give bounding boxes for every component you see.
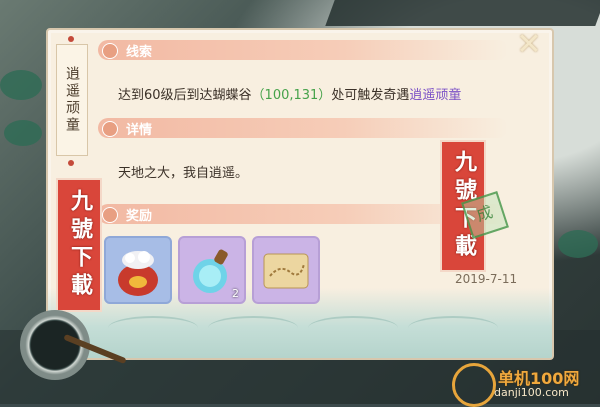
- detail-section-header: 详情: [98, 118, 508, 138]
- clue-coordinates[interactable]: （100,131）: [252, 88, 332, 103]
- roof-silhouette: [325, 0, 600, 26]
- money-bag-icon: [118, 251, 158, 296]
- reward-item-potion[interactable]: 2: [178, 236, 246, 304]
- watermark-seal-left: 九號下載: [56, 178, 102, 312]
- reward-item-treasure-map[interactable]: [252, 236, 320, 304]
- item-count: 2: [232, 287, 239, 300]
- npc-name-label: 逍遥顽童: [64, 66, 80, 134]
- lotus-leaf: [0, 70, 42, 100]
- seal-text: 九號下載: [67, 189, 92, 301]
- lotus-leaf: [558, 230, 598, 258]
- flower-icon: [102, 43, 118, 59]
- watermark-url: danji100.com: [494, 386, 569, 399]
- date-label: 2019-7-11: [455, 272, 518, 286]
- clue-section-header: 线索: [98, 40, 508, 60]
- site-logo-icon: [452, 363, 496, 407]
- flower-icon: [102, 207, 118, 223]
- detail-section-title: 详情: [126, 123, 153, 138]
- tassel-knot: [68, 160, 74, 166]
- detail-text: 天地之大，我自逍遥。: [118, 166, 249, 181]
- clue-npc-link[interactable]: 逍遥顽童: [409, 88, 461, 103]
- clue-section-title: 线索: [126, 45, 153, 60]
- flower-icon: [102, 121, 118, 137]
- npc-name-tab: 逍遥顽童: [56, 44, 88, 156]
- clue-text: 达到60级后到达蝴蝶谷（100,131）处可触发奇遇逍遥顽童: [118, 84, 461, 103]
- lotus-leaf: [4, 120, 42, 146]
- treasure-map-icon: [263, 253, 309, 289]
- tassel-knot: [68, 36, 74, 42]
- reward-section-title: 奖励: [126, 209, 153, 224]
- reward-item-money-bag[interactable]: [104, 236, 172, 304]
- clue-text-prefix: 达到60级后到达蝴蝶谷: [118, 88, 252, 103]
- clue-text-middle: 处可触发奇遇: [331, 88, 410, 103]
- close-icon[interactable]: ✕: [512, 30, 546, 60]
